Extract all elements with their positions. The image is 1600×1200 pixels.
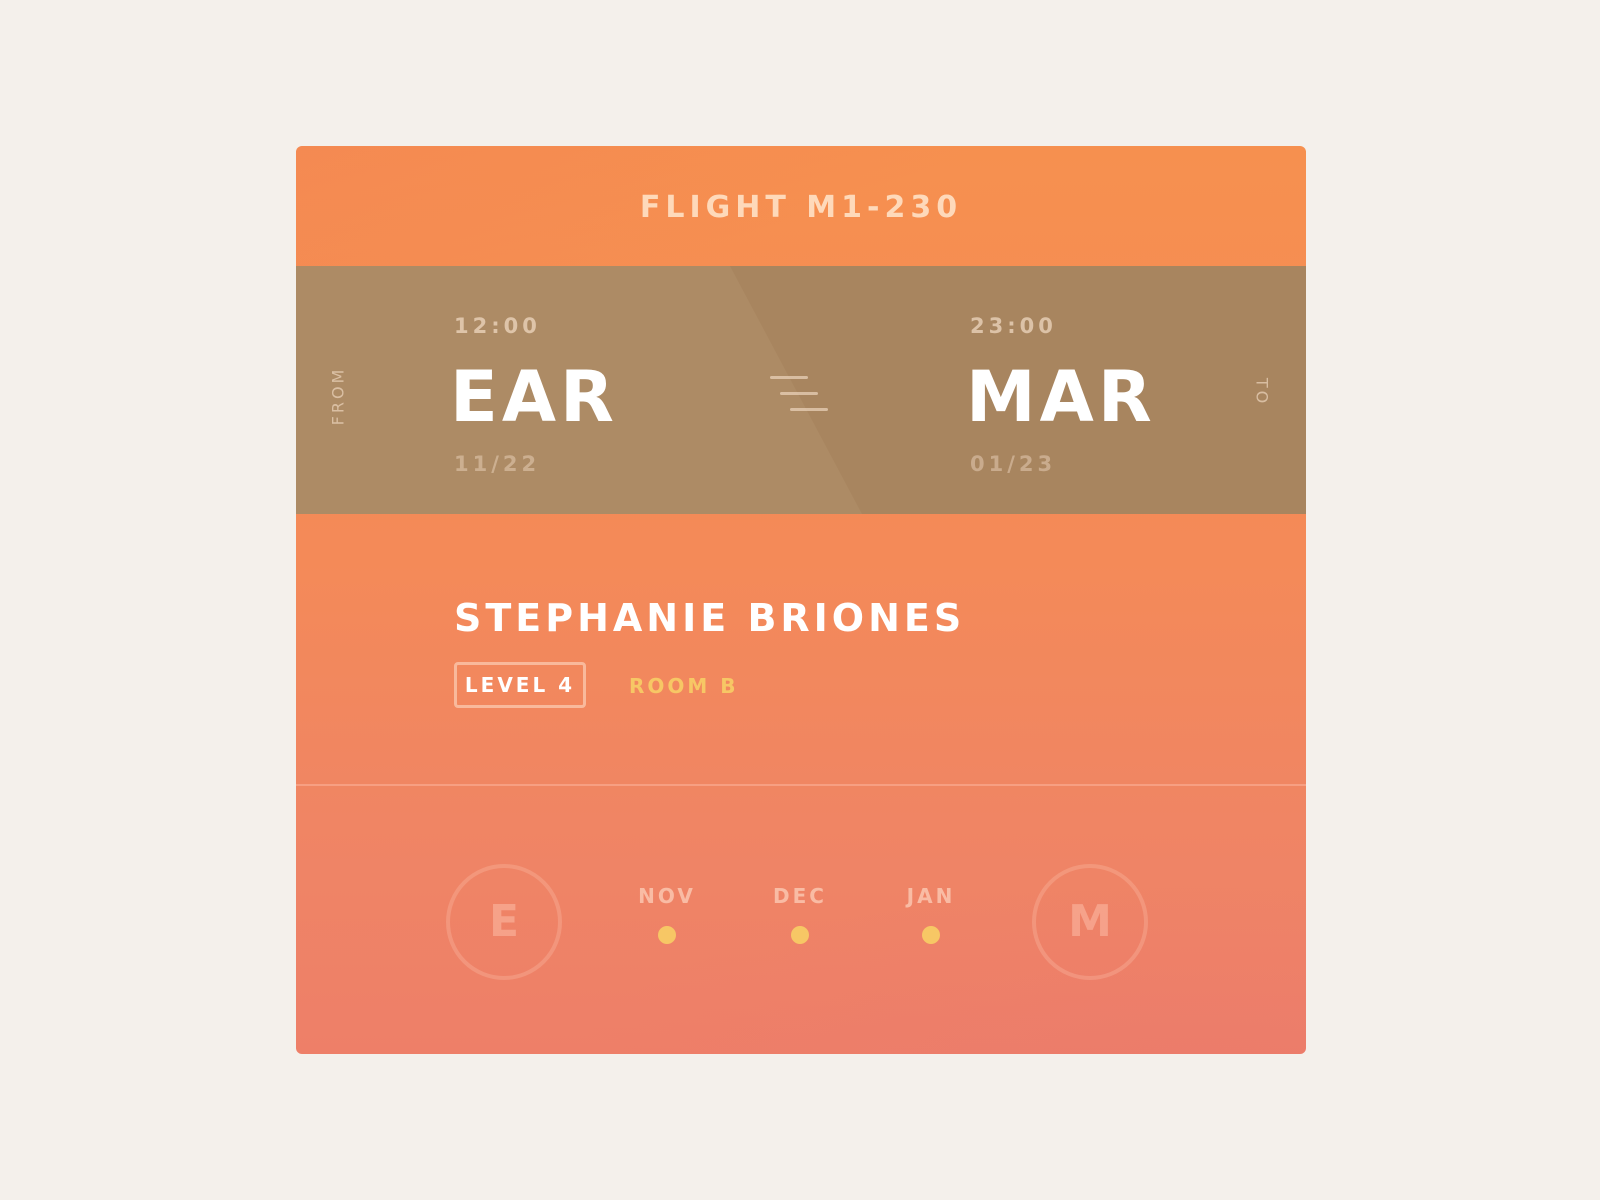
boarding-pass-card: FLIGHT M1-230 FROM TO 12:00 EAR 11/22 23… [296,146,1306,1054]
origin-airport-code: EAR [450,356,618,438]
room-label: ROOM B [629,674,739,698]
arrival-time: 23:00 [970,314,1057,338]
departure-time: 12:00 [454,314,541,338]
timeline-month-dec[interactable]: DEC [750,884,850,944]
month-label: NOV [638,884,696,908]
month-label: DEC [773,884,827,908]
passenger-name: STEPHANIE BRIONES [454,596,966,640]
arrival-date: 01/23 [970,452,1057,476]
destination-initial-badge: M [1032,864,1148,980]
to-label: TO [1252,377,1272,407]
route-band: FROM TO 12:00 EAR 11/22 23:00 MAR 01/23 [296,266,1306,514]
flight-title: FLIGHT M1-230 [639,190,963,225]
from-label: FROM [328,366,348,426]
origin-initial-badge: E [446,864,562,980]
month-dot [791,926,809,944]
flight-lines-icon [770,376,830,416]
month-dot [658,926,676,944]
level-badge: LEVEL 4 [454,662,586,708]
timeline-month-jan[interactable]: JAN [881,884,981,944]
section-divider [296,784,1306,786]
month-dot [922,926,940,944]
destination-airport-code: MAR [966,356,1156,438]
month-label: JAN [906,884,956,908]
departure-date: 11/22 [454,452,541,476]
timeline-month-nov[interactable]: NOV [617,884,717,944]
